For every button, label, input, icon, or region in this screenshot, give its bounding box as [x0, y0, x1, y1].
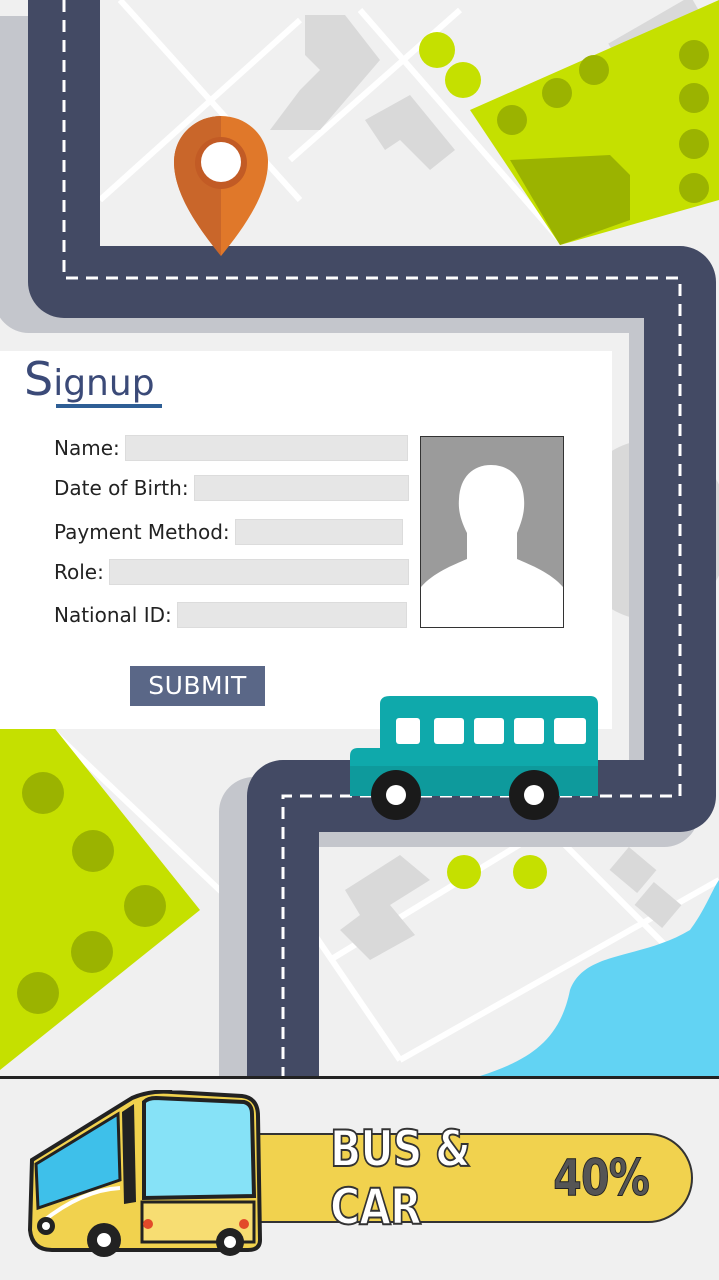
payment-row: Payment Method:: [54, 518, 403, 546]
promo-percent: 40%: [553, 1149, 650, 1208]
dob-input[interactable]: [193, 475, 409, 501]
promo-text: BUS & CAR 40%: [329, 1119, 650, 1237]
dob-label: Date of Birth:: [54, 476, 189, 500]
name-input[interactable]: [124, 435, 408, 461]
big-bus-icon: [27, 1090, 263, 1257]
profile-silhouette-icon: [421, 465, 563, 627]
title-underline: [56, 404, 162, 408]
bus-icon: [350, 696, 598, 820]
dob-row: Date of Birth:: [54, 474, 409, 502]
role-input[interactable]: [108, 559, 409, 585]
profile-photo-upload[interactable]: [420, 436, 564, 628]
signup-title: Signup: [24, 352, 155, 406]
name-row: Name:: [54, 434, 408, 462]
national-id-row: National ID:: [54, 601, 407, 629]
national-id-input[interactable]: [176, 602, 407, 628]
payment-input[interactable]: [234, 519, 403, 545]
national-id-label: National ID:: [54, 603, 172, 627]
payment-label: Payment Method:: [54, 520, 230, 544]
promo-label: BUS & CAR: [329, 1119, 471, 1237]
role-row: Role:: [54, 558, 409, 586]
name-label: Name:: [54, 436, 120, 460]
role-label: Role:: [54, 560, 104, 584]
submit-button[interactable]: SUBMIT: [130, 666, 265, 706]
